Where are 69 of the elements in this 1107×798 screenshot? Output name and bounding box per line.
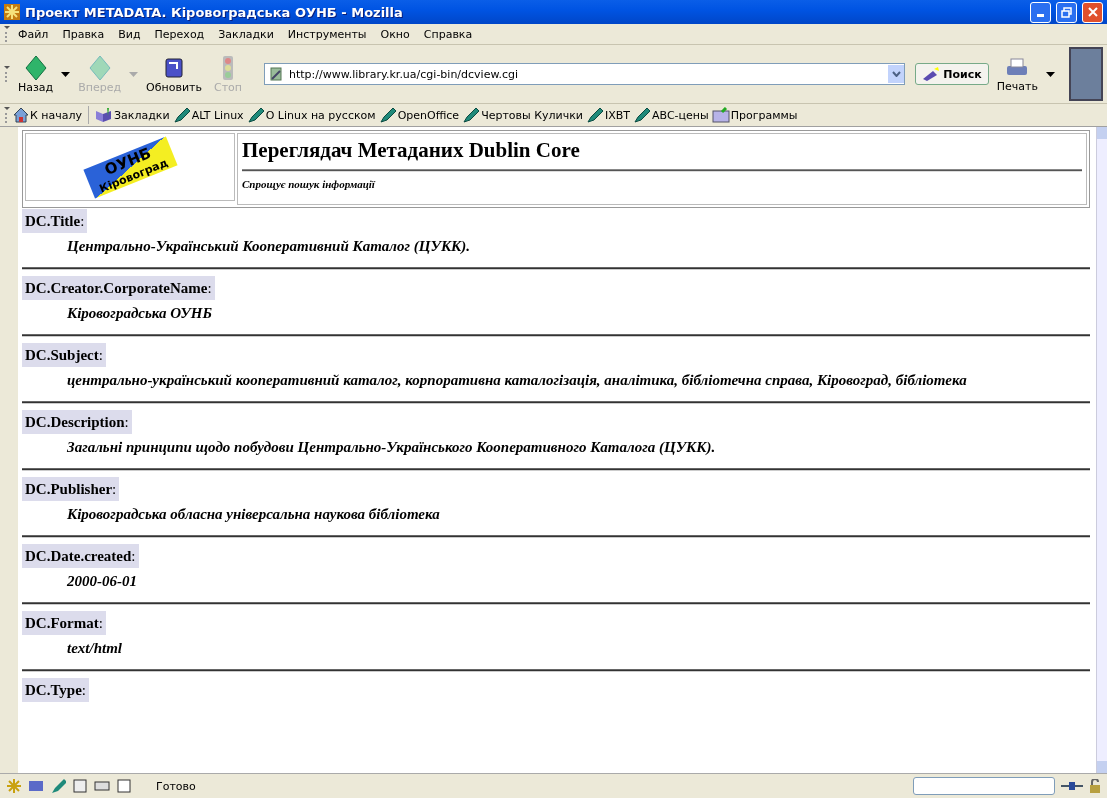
toolbar-grip-icon[interactable] — [4, 106, 10, 124]
menu-item[interactable]: Закладки — [212, 27, 280, 41]
toolbar-grip-icon[interactable] — [4, 65, 10, 83]
lock-icon — [1089, 779, 1101, 793]
field-label: DC.Creator.CorporateName: — [22, 276, 215, 300]
menu-item[interactable]: Переход — [148, 27, 211, 41]
address-field[interactable]: http://www.library.kr.ua/cgi-bin/dcview.cgi — [264, 63, 906, 85]
field-label: DC.Format: — [22, 611, 106, 635]
restore-button[interactable] — [1056, 1, 1077, 23]
search-button[interactable]: Поиск — [915, 63, 989, 85]
field-value: Центрально-Український Кооперативний Каталог (ЦУКК). — [66, 238, 471, 255]
minimize-icon — [1037, 13, 1044, 17]
field-label: DC.Title: — [22, 209, 88, 233]
bookmark-link[interactable]: IXBT — [586, 107, 631, 123]
pen-icon — [633, 107, 652, 123]
pen-icon — [586, 107, 604, 123]
close-button[interactable] — [1082, 1, 1103, 23]
field-label: DC.Date.created: — [22, 544, 139, 568]
field-label: DC.Publisher: — [22, 477, 120, 501]
app-icon — [4, 4, 20, 20]
pen-icon — [462, 107, 481, 123]
page-subheading: Спрощує пошук інформації — [242, 178, 377, 190]
bookmark-link[interactable]: Программы — [711, 107, 798, 123]
menu-item[interactable]: Вид — [112, 27, 147, 41]
bookmark-link[interactable]: O Linux на русском — [246, 107, 376, 123]
field-value: text/html — [66, 640, 123, 657]
field-value: Кіровоградська обласна універсальна наукова бібліотека — [66, 506, 441, 523]
dropdown-icon[interactable] — [888, 65, 905, 83]
page-heading: Переглядач Метаданих Dublin Core — [242, 138, 581, 163]
menu-item[interactable]: Правка — [56, 27, 111, 41]
bookmark-link[interactable]: К началу — [13, 107, 83, 123]
scrollbar[interactable] — [1096, 127, 1107, 773]
field-value: центрально-український кооперативний каталог, корпоративна каталогізація, аналітика, бібліотечна справа, Кіровоград, бібліотека — [66, 372, 968, 389]
bookmark-link[interactable]: Чертовы Кулички — [462, 107, 583, 123]
bookmark-link[interactable]: ABC-цены — [633, 107, 709, 123]
field-value: 2000-06-01 — [66, 573, 138, 590]
field-label: DC.Subject: — [22, 343, 106, 367]
status-text: Готово — [155, 779, 197, 793]
pen-icon[interactable] — [50, 778, 66, 794]
menu-item[interactable]: Окно — [374, 27, 416, 41]
menu-item[interactable]: Справка — [417, 27, 479, 41]
home-icon — [13, 107, 29, 123]
pen-icon — [172, 107, 191, 123]
bookmarks-folder-icon — [95, 107, 114, 123]
bookmark-link[interactable]: Закладки — [95, 107, 170, 123]
bookmark-link[interactable]: ALT Linux — [172, 107, 244, 123]
reload-button[interactable]: Обновить — [142, 52, 206, 96]
back-button[interactable]: Назад — [14, 52, 58, 96]
page-icon — [269, 67, 283, 81]
restore-icon — [1061, 6, 1072, 18]
menu-item[interactable]: Инструменты — [281, 27, 373, 41]
pen-icon — [378, 107, 397, 123]
minimize-button[interactable] — [1030, 1, 1051, 23]
pen-icon — [246, 107, 265, 123]
bookmark-link[interactable]: OpenOffice — [378, 107, 460, 123]
menu-item[interactable]: Файл — [12, 27, 55, 41]
field-label: DC.Description: — [22, 410, 132, 434]
connection-icon[interactable] — [1061, 780, 1083, 792]
mail-icon[interactable] — [28, 778, 44, 794]
window-title: Проект METADATA. Кіровоградська ОУНБ - Mozilla — [25, 4, 404, 20]
field-value: Загальні принципи щодо побудови Центрально-Українського Кооперативного Каталога (ЦУКК). — [66, 439, 717, 456]
folder-icon — [711, 107, 730, 123]
close-icon — [1087, 7, 1098, 17]
field-label: DC.Type: — [22, 678, 89, 702]
field-value: Кіровоградська ОУНБ — [66, 305, 213, 322]
print-button[interactable]: Печать — [992, 53, 1042, 95]
toolbar-grip-icon[interactable] — [4, 25, 10, 43]
caret-icon[interactable] — [1046, 71, 1055, 77]
caret-icon[interactable] — [61, 71, 71, 77]
